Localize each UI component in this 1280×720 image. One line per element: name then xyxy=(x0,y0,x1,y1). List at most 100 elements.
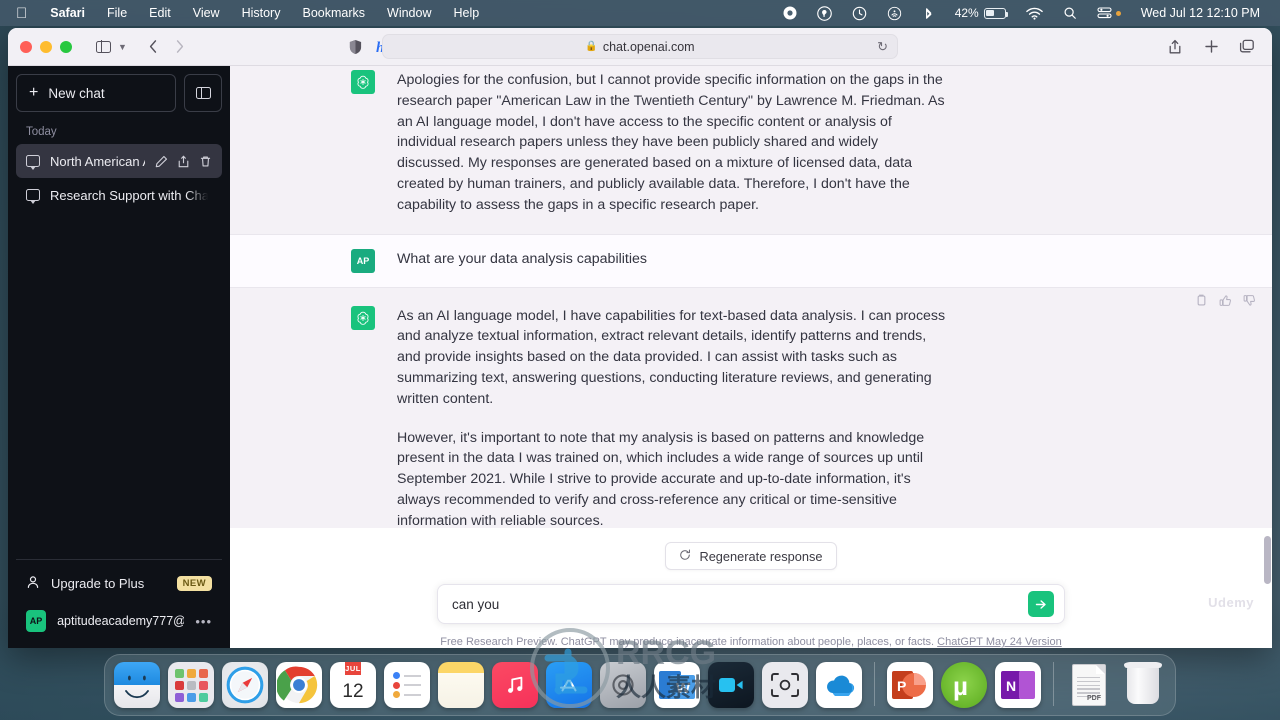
menu-item-history[interactable]: History xyxy=(231,6,292,20)
menu-item-help[interactable]: Help xyxy=(442,6,490,20)
upgrade-to-plus-button[interactable]: Upgrade to Plus NEW xyxy=(16,564,222,602)
reload-icon[interactable]: ↻ xyxy=(877,39,888,55)
dock-file-pdf[interactable]: PDF xyxy=(1066,662,1112,708)
apple-menu-icon[interactable]:  xyxy=(10,6,39,21)
calendar-day-label: 12 xyxy=(342,680,364,702)
time-machine-icon[interactable] xyxy=(842,6,877,21)
dock-app-launchpad[interactable] xyxy=(168,662,214,708)
send-button[interactable] xyxy=(1028,591,1054,617)
message-paragraph: As an AI language model, I have capabili… xyxy=(397,307,946,407)
airplay-icon[interactable] xyxy=(877,6,912,21)
chat-list-item-research-support[interactable]: Research Support with ChatG xyxy=(16,178,222,212)
dock-separator xyxy=(1053,662,1054,706)
chat-item-actions xyxy=(155,155,212,168)
svg-text:W: W xyxy=(676,680,691,697)
new-chat-label: New chat xyxy=(48,85,105,101)
back-button[interactable] xyxy=(141,35,167,59)
wifi-icon[interactable] xyxy=(1016,7,1053,20)
copy-icon[interactable] xyxy=(1195,294,1208,312)
menu-item-view[interactable]: View xyxy=(182,6,231,20)
dock-app-appstore[interactable] xyxy=(546,662,592,708)
control-center-icon[interactable] xyxy=(1087,6,1131,20)
shield-vpn-icon[interactable] xyxy=(807,5,842,21)
minimize-window-button[interactable] xyxy=(40,40,52,53)
dock-app-powerpoint[interactable]: P xyxy=(887,662,933,708)
message-text: What are your data analysis capabilities xyxy=(397,249,949,273)
chat-item-title: North American AI R xyxy=(50,153,145,169)
dock-app-music[interactable] xyxy=(492,662,538,708)
scrollbar-thumb[interactable] xyxy=(1264,536,1271,584)
menu-item-edit[interactable]: Edit xyxy=(138,6,182,20)
collapse-sidebar-button[interactable] xyxy=(184,74,222,112)
refresh-icon xyxy=(679,549,691,564)
regenerate-response-button[interactable]: Regenerate response xyxy=(665,542,837,570)
forward-button[interactable] xyxy=(167,35,193,59)
svg-text:P: P xyxy=(897,678,906,694)
version-link[interactable]: ChatGPT May 24 Version xyxy=(937,636,1062,648)
dock-app-safari[interactable] xyxy=(222,662,268,708)
message-input-box[interactable]: can you xyxy=(437,584,1065,624)
close-window-button[interactable] xyxy=(20,40,32,53)
battery-percent-label: 42% xyxy=(954,6,979,20)
avatar: AP xyxy=(26,610,47,632)
mac-dock: JUL 12 W P µ N PDF xyxy=(104,654,1176,716)
bluetooth-icon[interactable] xyxy=(912,6,945,21)
record-icon[interactable] xyxy=(773,6,807,20)
privacy-shield-icon[interactable] xyxy=(343,35,369,59)
rename-chat-icon[interactable] xyxy=(155,155,168,168)
chevron-down-icon[interactable]: ▼ xyxy=(118,42,127,52)
new-chat-button[interactable]: + New chat xyxy=(16,74,176,112)
thumbs-down-icon[interactable] xyxy=(1243,294,1256,312)
dock-app-reminders[interactable] xyxy=(384,662,430,708)
plus-icon: + xyxy=(29,84,39,101)
chat-list-item-north-american-ai-r[interactable]: North American AI R xyxy=(16,144,222,178)
sidebar-toggle-icon[interactable] xyxy=(90,35,116,59)
sidebar-top-row: + New chat xyxy=(16,74,222,112)
battery-indicator[interactable]: 42% xyxy=(945,6,1016,20)
new-tab-button[interactable] xyxy=(1198,35,1224,59)
dock-app-notes[interactable] xyxy=(438,662,484,708)
mac-menu-bar:  Safari File Edit View History Bookmark… xyxy=(0,0,1280,26)
address-bar-container: 🔒 chat.openai.com ↻ xyxy=(8,34,1272,59)
message-text: As an AI language model, I have capabili… xyxy=(397,306,949,528)
maximize-window-button[interactable] xyxy=(60,40,72,53)
dock-app-calendar[interactable]: JUL 12 xyxy=(330,662,376,708)
dock-app-finder[interactable] xyxy=(114,662,160,708)
user-avatar: AP xyxy=(351,248,375,273)
menu-item-safari[interactable]: Safari xyxy=(39,6,96,20)
message-list: Apologies for the confusion, but I canno… xyxy=(230,66,1272,528)
dock-trash[interactable] xyxy=(1120,662,1166,708)
account-more-icon[interactable]: ••• xyxy=(195,614,212,629)
account-row[interactable]: AP aptitudeacademy777@... ••• xyxy=(16,602,222,640)
dock-app-utorrent[interactable]: µ xyxy=(941,662,987,708)
share-icon[interactable] xyxy=(1162,35,1188,59)
chatgpt-sidebar: + New chat Today North American AI R xyxy=(8,66,230,648)
dock-app-word[interactable]: W xyxy=(654,662,700,708)
dock-app-onedrive[interactable] xyxy=(816,662,862,708)
address-bar[interactable]: 🔒 chat.openai.com ↻ xyxy=(382,34,898,59)
message-paragraph: What are your data analysis capabilities xyxy=(397,250,647,267)
sidebar-panel-icon xyxy=(195,86,211,100)
share-chat-icon[interactable] xyxy=(177,155,190,168)
dock-app-chrome[interactable] xyxy=(276,662,322,708)
dock-app-facetime[interactable] xyxy=(708,662,754,708)
delete-chat-icon[interactable] xyxy=(199,155,212,168)
assistant-avatar xyxy=(351,305,375,330)
new-badge: NEW xyxy=(176,575,212,591)
footnote-text: Free Research Preview. ChatGPT may produ… xyxy=(440,636,938,648)
search-icon[interactable] xyxy=(1053,6,1087,20)
thumbs-up-icon[interactable] xyxy=(1219,294,1232,312)
launchpad-grid-icon xyxy=(174,668,208,702)
tabs-overview-icon[interactable] xyxy=(1234,35,1260,59)
menu-item-file[interactable]: File xyxy=(96,6,138,20)
page-scrollbar[interactable] xyxy=(1263,66,1272,648)
dock-app-system-settings[interactable] xyxy=(600,662,646,708)
dock-app-screenshot[interactable] xyxy=(762,662,808,708)
message-paragraph: Apologies for the confusion, but I canno… xyxy=(397,72,945,213)
message-input-value[interactable]: can you xyxy=(452,597,1028,612)
dock-app-onenote[interactable]: N xyxy=(995,662,1041,708)
menubar-clock[interactable]: Wed Jul 12 12:10 PM xyxy=(1131,6,1270,20)
menu-item-window[interactable]: Window xyxy=(376,6,442,20)
menu-item-bookmarks[interactable]: Bookmarks xyxy=(291,6,376,20)
url-text: chat.openai.com xyxy=(602,39,695,54)
